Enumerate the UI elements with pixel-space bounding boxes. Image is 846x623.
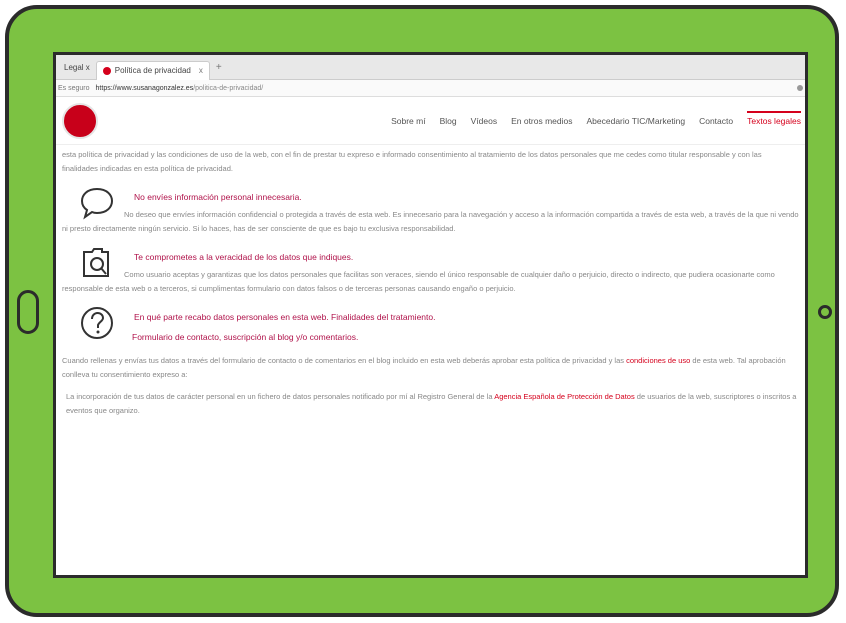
tab-label: Legal x [64,62,90,72]
nav-item-en-otros-medios[interactable]: En otros medios [511,116,572,126]
nav-item-blog[interactable]: Blog [440,116,457,126]
close-icon[interactable]: x [199,66,203,75]
tab-title: Política de privacidad [114,66,191,75]
closing-paragraph: Cuando rellenas y envías tus datos a tra… [62,354,799,382]
nav-item-abecedario[interactable]: Abecedario TIC/Marketing [587,116,686,126]
aepd-link[interactable]: Agencia Española de Protección de Datos [494,392,635,401]
conditions-link[interactable]: condiciones de uso [626,356,690,365]
document-search-icon [83,248,109,277]
site-logo[interactable] [62,102,98,139]
bookmark-icon[interactable] [797,85,803,91]
page-content: esta política de privacidad y las condic… [56,145,805,418]
new-tab-button[interactable]: + [216,62,222,73]
tablet-screen: Legal x Política de privacidad x + Es se… [53,52,808,578]
nav-item-sobre-mi[interactable]: Sobre mí [391,116,426,126]
list-item-text: La incorporación de tus datos de carácte… [66,392,493,401]
speech-bubble-icon [80,187,114,220]
browser-tab-active[interactable]: Política de privacidad x [95,60,210,80]
main-nav: Sobre mí Blog Vídeos En otros medios Abe… [377,110,801,126]
nav-item-textos-legales[interactable]: Textos legales [747,110,801,126]
list-item: La incorporación de tus datos de carácte… [62,390,799,418]
section-body: No deseo que envíes información confiden… [62,210,799,233]
tablet-camera [818,305,832,319]
site-header: Sobre mí Blog Vídeos En otros medios Abe… [56,97,805,145]
address-bar[interactable]: Es seguro https://www.susanagonzalez.es … [56,80,805,97]
section-subtitle: Formulario de contacto, suscripción al b… [132,332,359,342]
nav-item-videos[interactable]: Vídeos [471,116,497,126]
nav-item-contacto[interactable]: Contacto [699,116,733,126]
browser-tab-bar: Legal x Política de privacidad x + [56,55,805,80]
secure-label: Es seguro [58,84,90,92]
url-path: /politica-de-privacidad/ [193,84,264,92]
section-body: Como usuario aceptas y garantizas que lo… [62,270,775,293]
question-mark-icon [81,307,113,339]
browser-tab-previous[interactable]: Legal x [58,58,96,76]
intro-paragraph: esta política de privacidad y las condic… [62,150,762,173]
url-domain: https://www.susanagonzalez.es [95,84,194,92]
favicon-icon [102,66,111,75]
tablet-home-button [17,290,39,334]
closing-text: Cuando rellenas y envías tus datos a tra… [62,356,624,365]
